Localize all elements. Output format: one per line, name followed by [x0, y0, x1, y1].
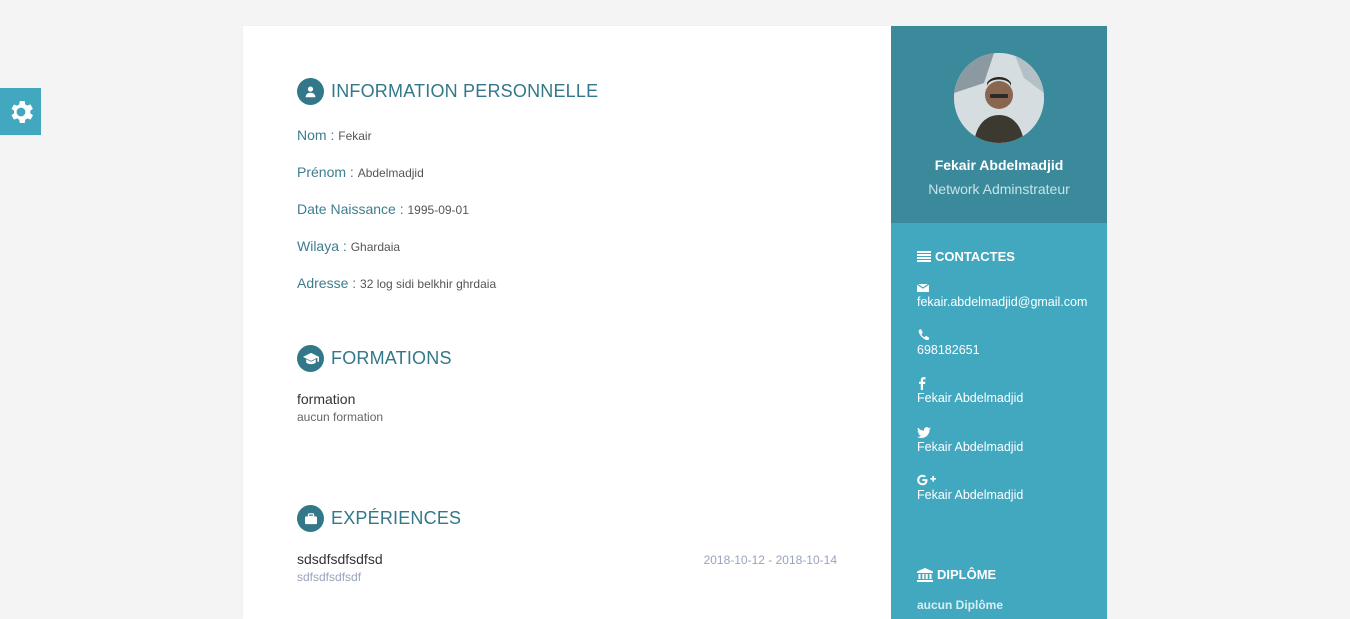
contact-phone[interactable]: 698182651 — [917, 328, 980, 357]
contact-email[interactable]: fekair.abdelmadjid@gmail.com — [917, 280, 1087, 309]
section-formations: FORMATIONS — [297, 345, 452, 372]
diploma-value: aucun Diplôme — [917, 598, 1004, 612]
resume-card: INFORMATION PERSONNELLE Nom : Fekair Pré… — [243, 26, 1107, 619]
profile-name: Fekair Abdelmadjid — [934, 157, 1064, 173]
settings-toggle-button[interactable] — [0, 88, 41, 135]
contact-facebook[interactable]: Fekair Abdelmadjid — [917, 376, 1023, 405]
field-value: Abdelmadjid — [357, 166, 424, 180]
field-date-naissance: Date Naissance : 1995-09-01 — [297, 201, 469, 217]
experience-subtitle: sdfsdfsdfsdf — [297, 570, 362, 584]
profile-title: Network Adminstrateur — [928, 181, 1070, 197]
contact-googleplus[interactable]: Fekair Abdelmadjid — [917, 473, 1023, 502]
diploma-heading-label: DIPLÔME — [937, 567, 997, 582]
contact-twitter-value: Fekair Abdelmadjid — [917, 440, 1024, 454]
twitter-icon — [917, 427, 931, 439]
contact-facebook-value: Fekair Abdelmadjid — [917, 391, 1024, 405]
graduation-cap-icon — [297, 345, 324, 372]
list-icon — [917, 251, 931, 262]
user-icon — [297, 78, 324, 105]
contact-googleplus-value: Fekair Abdelmadjid — [917, 488, 1024, 502]
bank-icon — [917, 567, 933, 582]
phone-icon — [918, 329, 929, 341]
field-value: Ghardaia — [350, 240, 401, 254]
contact-phone-value: 698182651 — [917, 343, 980, 357]
contacts-heading-label: CONTACTES — [935, 249, 1015, 264]
field-label: Date Naissance : — [297, 201, 404, 217]
field-label: Prénom : — [297, 164, 354, 180]
field-nom: Nom : Fekair — [297, 127, 372, 143]
field-adresse: Adresse : 32 log sidi belkhir ghrdaia — [297, 275, 496, 291]
contacts-heading: CONTACTES — [917, 249, 1015, 264]
briefcase-icon — [297, 505, 324, 532]
contact-twitter[interactable]: Fekair Abdelmadjid — [917, 425, 1023, 454]
section-heading: FORMATIONS — [331, 348, 452, 368]
field-value: Fekair — [338, 129, 372, 143]
facebook-icon — [919, 377, 926, 390]
experience-title: sdsdfsdfsdfsd — [297, 551, 383, 567]
field-prenom: Prénom : Abdelmadjid — [297, 164, 424, 180]
gear-icon — [11, 100, 33, 123]
field-value: 32 log sidi belkhir ghrdaia — [360, 277, 497, 291]
field-label: Nom : — [297, 127, 335, 143]
section-experiences: EXPÉRIENCES — [297, 505, 461, 532]
field-label: Wilaya : — [297, 238, 347, 254]
formation-title: formation — [297, 391, 356, 407]
experience-dates: 2018-10-12 - 2018-10-14 — [703, 553, 837, 567]
section-personal-info: INFORMATION PERSONNELLE — [297, 78, 598, 105]
google-plus-icon — [917, 474, 936, 486]
diploma-heading: DIPLÔME — [917, 567, 996, 582]
profile-header: Fekair Abdelmadjid Network Adminstrateur — [891, 26, 1107, 223]
field-label: Adresse : — [297, 275, 357, 291]
resume-sidebar: Fekair Abdelmadjid Network Adminstrateur… — [891, 26, 1107, 619]
formation-subtitle: aucun formation — [297, 410, 384, 424]
resume-main: INFORMATION PERSONNELLE Nom : Fekair Pré… — [243, 26, 891, 619]
field-value: 1995-09-01 — [407, 203, 469, 217]
avatar — [954, 53, 1044, 143]
field-wilaya: Wilaya : Ghardaia — [297, 238, 400, 254]
section-heading: INFORMATION PERSONNELLE — [331, 81, 599, 101]
contact-email-value: fekair.abdelmadjid@gmail.com — [917, 295, 1088, 309]
envelope-icon — [917, 283, 929, 292]
section-heading: EXPÉRIENCES — [331, 508, 462, 528]
